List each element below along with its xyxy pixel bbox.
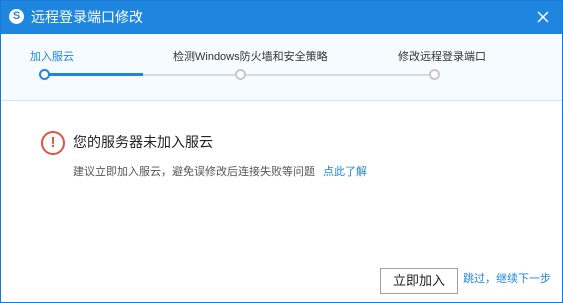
skip-continue-link[interactable]: 跳过，继续下一步 [463,273,551,286]
progress-fill [45,73,143,76]
window-title: 远程登录端口修改 [31,9,143,25]
close-icon [537,11,549,23]
step-progress: 加入服云 检测Windows防火墙和安全策略 修改远程登录端口 [1,34,562,101]
app-logo-icon: S [9,9,24,24]
notice-title: 您的服务器未加入服云 [73,134,213,150]
step-dot-3 [429,69,440,80]
dialog-window: S 远程登录端口修改 加入服云 检测Windows防火墙和安全策略 修改远程登录… [0,0,563,303]
step-label-check-firewall: 检测Windows防火墙和安全策略 [173,51,328,63]
step-label-modify-port: 修改远程登录端口 [398,51,486,63]
learn-more-link[interactable]: 点此了解 [323,166,367,178]
join-now-button[interactable]: 立即加入 [380,268,458,294]
step-dot-2 [235,69,246,80]
step-label-join-cloud: 加入服云 [30,51,74,63]
step-dot-1 [39,69,50,80]
warning-icon: ! [41,131,65,155]
notice-description-text: 建议立即加入服云，避免误修改后连接失败等问题 [73,166,315,178]
title-bar[interactable]: S 远程登录端口修改 [1,1,562,34]
notice-description: 建议立即加入服云，避免误修改后连接失败等问题 点此了解 [73,165,367,179]
close-button[interactable] [534,8,552,26]
